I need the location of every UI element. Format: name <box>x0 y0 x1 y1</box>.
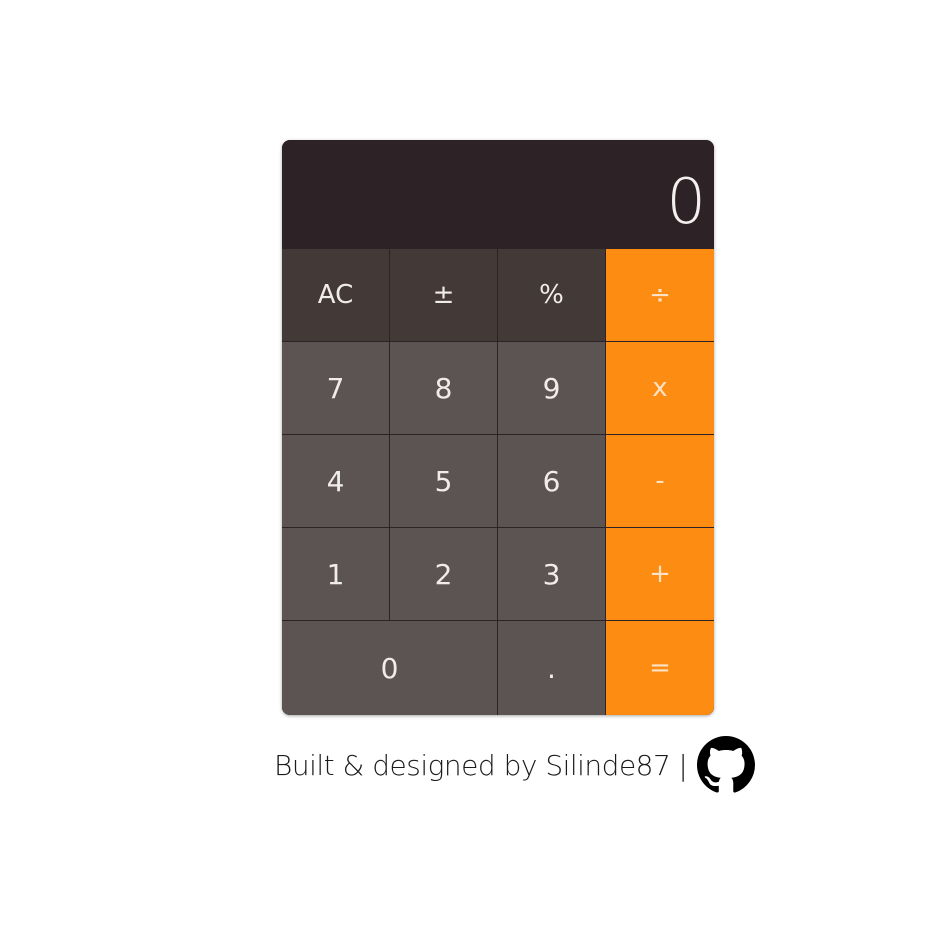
display-value: 0 <box>666 165 706 238</box>
clear-button[interactable]: AC <box>282 249 390 342</box>
digit-2-button[interactable]: 2 <box>390 528 498 621</box>
digit-9-button[interactable]: 9 <box>498 342 606 435</box>
decimal-button[interactable]: . <box>498 621 606 715</box>
digit-5-button[interactable]: 5 <box>390 435 498 528</box>
equals-button[interactable]: = <box>606 621 714 715</box>
multiply-button[interactable]: x <box>606 342 714 435</box>
digit-1-button[interactable]: 1 <box>282 528 390 621</box>
digit-8-button[interactable]: 8 <box>390 342 498 435</box>
digit-4-button[interactable]: 4 <box>282 435 390 528</box>
footer-credit: Built & designed by Silinde87 <box>274 748 671 782</box>
add-button[interactable]: + <box>606 528 714 621</box>
display: 0 <box>282 140 714 249</box>
percent-button[interactable]: % <box>498 249 606 342</box>
digit-3-button[interactable]: 3 <box>498 528 606 621</box>
divide-button[interactable]: ÷ <box>606 249 714 342</box>
footer: Built & designed by Silinde87 | <box>274 735 756 795</box>
subtract-button[interactable]: - <box>606 435 714 528</box>
sign-toggle-button[interactable]: ± <box>390 249 498 342</box>
github-icon[interactable] <box>697 736 756 794</box>
digit-6-button[interactable]: 6 <box>498 435 606 528</box>
digit-0-button[interactable]: 0 <box>282 621 498 715</box>
footer-separator: | <box>678 748 688 782</box>
digit-7-button[interactable]: 7 <box>282 342 390 435</box>
calculator: 0 AC ± % ÷ 7 8 9 x 4 5 6 - 1 2 3 + 0 . = <box>282 140 714 715</box>
keypad: AC ± % ÷ 7 8 9 x 4 5 6 - 1 2 3 + 0 . = <box>282 249 714 715</box>
